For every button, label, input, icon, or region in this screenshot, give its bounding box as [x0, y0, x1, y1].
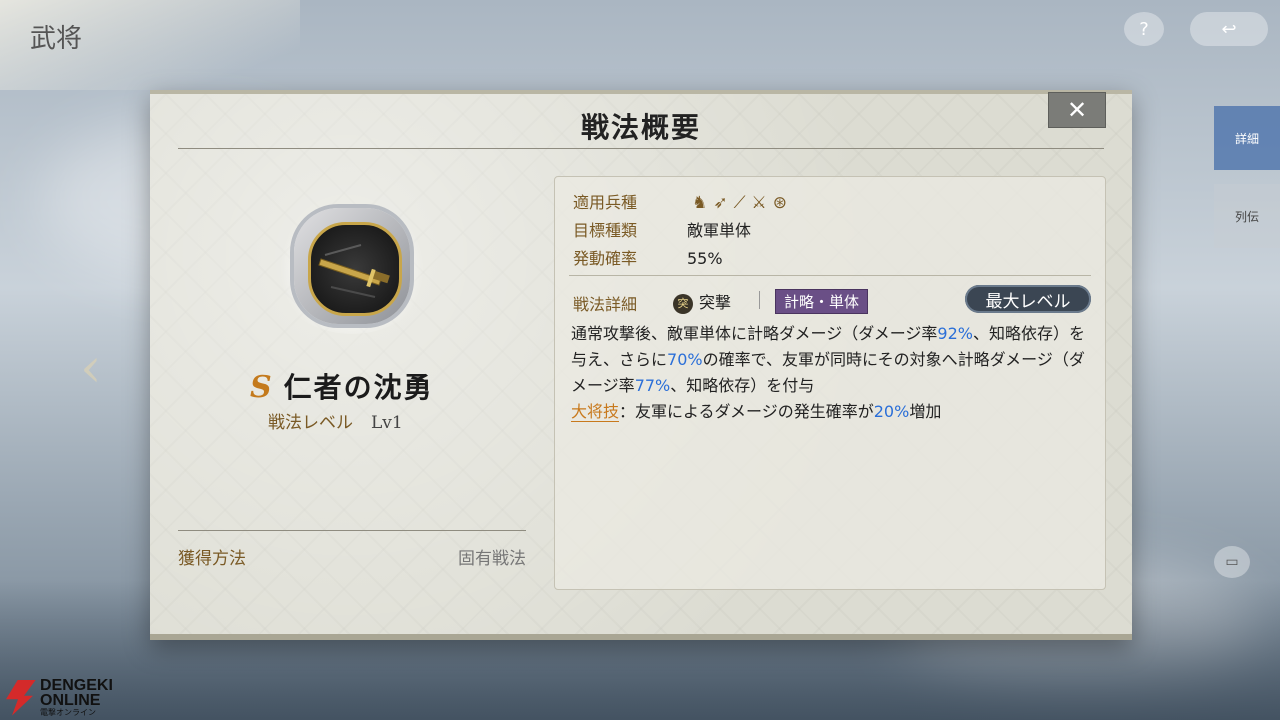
screen-title: 武将	[30, 24, 83, 54]
strike-icon: 突	[673, 293, 693, 314]
skill-name: S 仁者の沈勇	[250, 366, 434, 406]
skill-level-label: 戦法レベル	[268, 413, 353, 433]
skill-emblem	[272, 204, 432, 334]
sword-icon	[308, 222, 402, 316]
target-row: 目標種類 敵軍単体	[573, 217, 751, 241]
lightning-logo-icon	[6, 679, 36, 716]
detail-label: 戦法詳細	[573, 295, 638, 314]
chat-button[interactable]: ▭	[1214, 546, 1250, 578]
general-number: 20%	[873, 402, 910, 421]
help-button[interactable]: ?	[1124, 12, 1164, 46]
chat-icon: ▭	[1225, 554, 1239, 570]
strike-tag: 突突撃	[673, 289, 731, 314]
help-icon: ?	[1139, 18, 1149, 40]
skill-level-value: Lv1	[371, 413, 403, 433]
watermark-line2: ONLINE	[40, 692, 101, 709]
tab-detail[interactable]: 詳細	[1214, 106, 1280, 170]
acquire-divider	[178, 530, 526, 531]
tab-biography-label: 列伝	[1234, 209, 1259, 224]
strategy-tag: 計略・単体	[775, 289, 869, 314]
tab-biography[interactable]: 列伝	[1214, 184, 1280, 248]
skill-rank: S	[250, 370, 274, 405]
skill-info-panel: 適用兵種 ♞ ➶ ⟋ ⚔ ⊛ 目標種類 敵軍単体 発動確率 55% 戦法詳細 突突撃 計略・…	[554, 176, 1106, 590]
desc-text: 、知略依存）を付与	[670, 376, 815, 395]
chevron-left-icon[interactable]: ‹	[80, 336, 102, 399]
strike-label: 突撃	[699, 293, 732, 312]
skill-name-text: 仁者の沈勇	[283, 371, 434, 404]
close-icon: ✕	[1066, 96, 1088, 124]
desc-number: 92%	[937, 324, 973, 343]
target-value: 敵軍単体	[687, 221, 752, 240]
unit-type-row: 適用兵種 ♞ ➶ ⟋ ⚔ ⊛	[573, 189, 793, 213]
acquire-value: 固有戦法	[458, 549, 526, 569]
detail-row: 戦法詳細	[573, 291, 687, 315]
general-skill-link[interactable]: 大将技	[571, 402, 620, 422]
desc-number: 70%	[667, 350, 703, 369]
archer-icon: ➶	[713, 193, 728, 213]
skill-summary-dialog: 戦法概要 ✕ S 仁者の沈勇 戦法レベル Lv1 獲得方法 固有戦法 適用兵種 ♞ ➶…	[150, 90, 1132, 640]
unit-type-label: 適用兵種	[573, 193, 638, 212]
back-icon: ↩	[1221, 18, 1237, 40]
spear-icon: ⟋	[733, 193, 746, 213]
tab-detail-label: 詳細	[1234, 131, 1259, 146]
acquire-label: 獲得方法	[178, 549, 246, 569]
dengeki-watermark: DENGEKI ONLINE 電撃オンライン	[6, 678, 113, 717]
skill-description: 通常攻撃後、敵軍単体に計略ダメージ（ダメージ率92%、知略依存）を与え、さらに7…	[571, 321, 1091, 425]
watermark-text: DENGEKI ONLINE 電撃オンライン	[40, 677, 113, 718]
desc-number: 77%	[634, 376, 671, 395]
rate-value: 55%	[687, 249, 723, 268]
back-button[interactable]: ↩	[1190, 12, 1268, 46]
target-label: 目標種類	[573, 221, 638, 240]
tag-divider	[759, 291, 760, 309]
watermark-line3: 電撃オンライン	[40, 708, 96, 717]
desc-text: 通常攻撃後、敵軍単体に計略ダメージ（ダメージ率	[571, 324, 938, 343]
dialog-title: 戦法概要	[580, 111, 701, 144]
unit-type-icons: ♞ ➶ ⟋ ⚔ ⊛	[692, 193, 793, 213]
title-divider	[178, 148, 1104, 149]
rate-label: 発動確率	[573, 249, 638, 268]
general-text: 増加	[909, 402, 942, 421]
shield-icon: ⚔	[751, 193, 767, 213]
skill-level-row: 戦法レベル Lv1	[268, 408, 403, 433]
watermark-line1: DENGEKI	[40, 677, 113, 694]
info-divider	[569, 275, 1091, 276]
rate-row: 発動確率 55%	[573, 245, 723, 269]
cavalry-icon: ♞	[692, 193, 708, 213]
general-text: ：友軍によるダメージの発生確率が	[619, 402, 874, 421]
siege-icon: ⊛	[772, 193, 787, 213]
close-button[interactable]: ✕	[1048, 92, 1106, 128]
max-level-button[interactable]: 最大レベル	[965, 285, 1091, 313]
